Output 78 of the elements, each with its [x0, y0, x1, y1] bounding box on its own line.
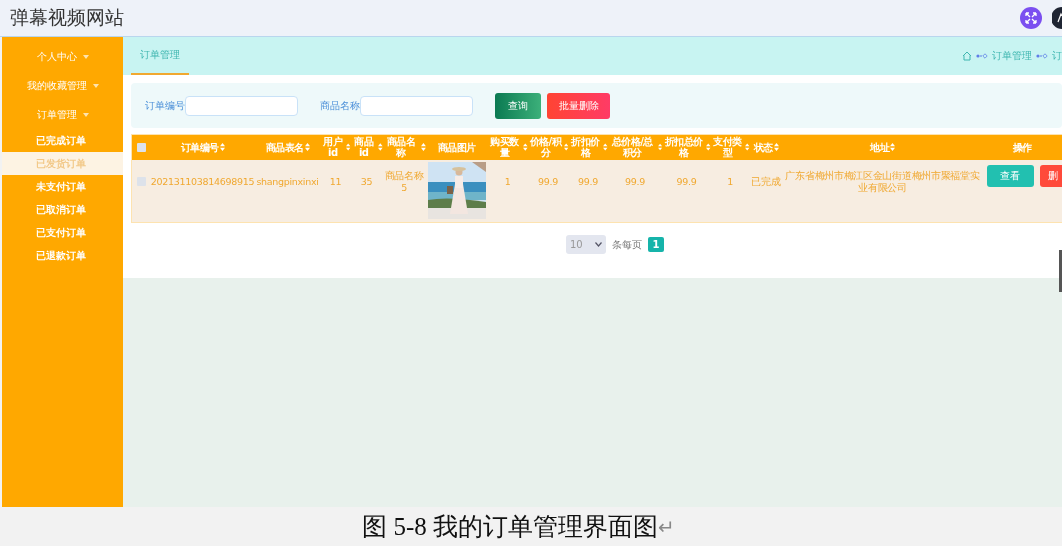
- fullscreen-icon[interactable]: [1020, 7, 1042, 29]
- submenu-item[interactable]: 已完成订单: [2, 129, 123, 152]
- avatar-icon[interactable]: [1052, 7, 1062, 29]
- table-cell: 99.9: [538, 175, 558, 188]
- caret-icon[interactable]: [92, 83, 99, 88]
- sort-icon[interactable]: [522, 143, 528, 152]
- table-cell: 99.9: [676, 175, 697, 188]
- submenu-item[interactable]: 已支付订单: [2, 221, 123, 244]
- sort-icon[interactable]: [346, 143, 351, 152]
- column-header: 折扣总价格: [663, 136, 704, 159]
- sort-icon[interactable]: [377, 143, 383, 152]
- site-title: 弹幕视频网站: [10, 5, 124, 30]
- column-header: 商品表名: [265, 141, 304, 153]
- caret-icon[interactable]: [82, 112, 89, 117]
- view-button[interactable]: 查看: [986, 164, 1034, 187]
- column-header: 商品图片: [437, 141, 476, 153]
- sort-icon[interactable]: [658, 143, 663, 152]
- separator-icon: [976, 53, 988, 59]
- page-size-select[interactable]: 10: [566, 235, 606, 254]
- table-cell: 99.9: [578, 175, 598, 188]
- breadcrumb-link[interactable]: 订单管理: [992, 49, 1032, 63]
- submenu-item[interactable]: 已取消订单: [2, 198, 123, 221]
- menu-item[interactable]: 我的收藏管理: [2, 71, 123, 100]
- column-header: 状态: [753, 141, 773, 153]
- delete-button[interactable]: 删: [1039, 164, 1062, 187]
- page-button[interactable]: 1: [648, 237, 664, 252]
- query-button[interactable]: 查询: [495, 92, 541, 119]
- checkbox[interactable]: [136, 176, 146, 186]
- scrollbar-thumb[interactable]: [1059, 250, 1062, 292]
- table-cell: 1: [727, 175, 733, 188]
- table-cell-text: 广东省梅州市梅江区金山街道梅州市聚福堂实业有限公司: [784, 169, 981, 194]
- sort-icon[interactable]: [304, 143, 310, 152]
- table-cell: 202131103814698915: [150, 175, 255, 188]
- caret-icon[interactable]: [82, 54, 89, 59]
- column-header: 折扣价格: [570, 136, 601, 159]
- column-header: 价格/积分: [528, 136, 563, 159]
- table-cell: 11: [329, 175, 342, 188]
- column-header: 地址: [870, 141, 889, 153]
- table-cell-text: 商品名称5: [383, 169, 425, 194]
- sort-icon[interactable]: [603, 143, 608, 152]
- per-page-label: 条每页: [612, 237, 642, 252]
- submenu-item[interactable]: 已发货订单: [2, 152, 123, 175]
- column-header: 操作: [1012, 141, 1032, 153]
- column-header: 购买数量: [489, 136, 520, 159]
- column-header: 支付类型: [712, 136, 743, 159]
- submenu-item[interactable]: 已退款订单: [2, 244, 123, 267]
- input-field[interactable]: [360, 95, 473, 116]
- column-header: 商品id: [353, 136, 375, 159]
- paragraph-mark: ↵: [658, 514, 675, 539]
- column-header: 总价格/总积分: [610, 136, 654, 159]
- figure-caption: 图 5-8 我的订单管理界面图: [362, 512, 659, 542]
- column-header: 订单编号: [180, 141, 219, 153]
- input-field[interactable]: [185, 95, 298, 116]
- column-header: 商品名称: [385, 136, 417, 159]
- sort-icon[interactable]: [564, 143, 569, 152]
- field-label: 商品名称: [320, 98, 360, 113]
- table-cell: 99.9: [625, 175, 645, 188]
- breadcrumb-link[interactable]: 订: [1052, 49, 1062, 63]
- sort-icon[interactable]: [706, 143, 711, 152]
- column-header: 用户id: [322, 136, 344, 159]
- batch-delete-button[interactable]: 批量删除: [547, 92, 610, 119]
- sort-icon[interactable]: [219, 143, 225, 152]
- sort-icon[interactable]: [773, 143, 779, 152]
- table-cell: 已完成: [751, 175, 781, 188]
- menu-item[interactable]: 个人中心: [2, 42, 123, 71]
- separator-icon: [1036, 53, 1048, 59]
- home-icon[interactable]: [962, 51, 972, 61]
- table-cell: shangpinxinxi: [256, 175, 319, 188]
- checkbox[interactable]: [136, 143, 146, 153]
- menu-item[interactable]: 订单管理: [2, 100, 123, 129]
- table-cell: 35: [360, 175, 373, 188]
- sort-icon[interactable]: [745, 143, 750, 152]
- table-cell: 1: [504, 175, 511, 188]
- chevron-down-icon[interactable]: [595, 242, 602, 247]
- sort-icon[interactable]: [890, 143, 895, 152]
- sort-icon[interactable]: [420, 143, 426, 152]
- field-label: 订单编号: [145, 98, 185, 113]
- submenu-item[interactable]: 未支付订单: [2, 175, 123, 198]
